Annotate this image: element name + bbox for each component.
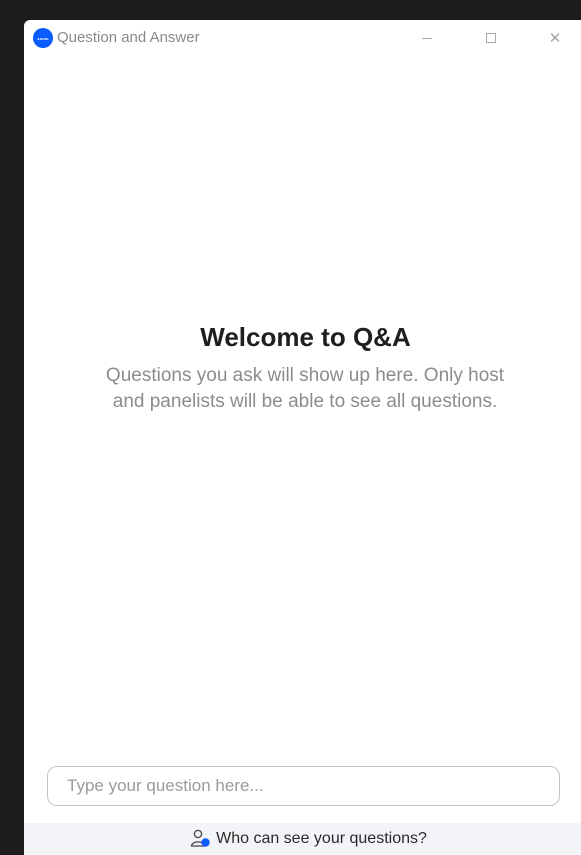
welcome-subtitle: Questions you ask will show up here. Onl…	[105, 365, 505, 412]
minimize-icon	[422, 37, 432, 39]
who-can-see-label: Who can see your questions?	[216, 830, 427, 847]
title-bar[interactable]: zoom Question and Answer ✕	[24, 20, 581, 56]
minimize-button[interactable]	[410, 24, 444, 52]
close-icon: ✕	[548, 29, 562, 47]
desktop-background: zoom Question and Answer ✕ Welcome to Q&…	[0, 0, 581, 855]
question-input[interactable]	[47, 766, 560, 806]
qa-window: zoom Question and Answer ✕ Welcome to Q&…	[24, 20, 581, 855]
zoom-logo-icon: zoom	[33, 28, 53, 48]
window-title: Question and Answer	[57, 29, 200, 46]
welcome-title: Welcome to Q&A	[200, 322, 411, 352]
who-can-see-link[interactable]: Who can see your questions?	[190, 829, 427, 849]
close-button[interactable]: ✕	[538, 24, 572, 52]
maximize-button[interactable]	[474, 24, 508, 52]
logo-text: zoom	[37, 35, 49, 41]
people-icon	[190, 829, 210, 847]
footer-bar: Who can see your questions?	[24, 823, 581, 855]
maximize-icon	[486, 33, 496, 43]
